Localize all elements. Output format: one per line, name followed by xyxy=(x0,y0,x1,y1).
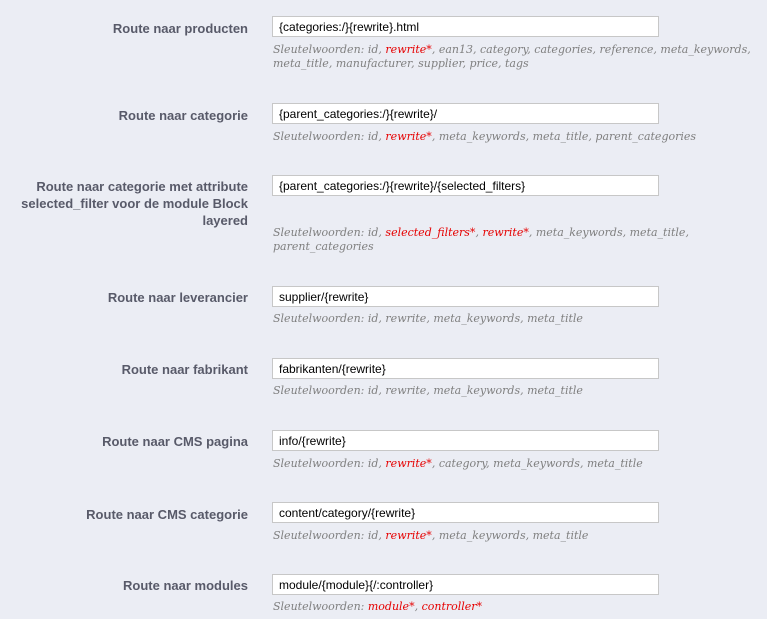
keyword-required: controller* xyxy=(421,600,483,613)
keyword-required: rewrite* xyxy=(385,529,432,542)
keyword: tags xyxy=(505,57,529,70)
keyword: meta_title xyxy=(532,130,589,143)
keyword: meta_title xyxy=(273,57,329,70)
keyword: id xyxy=(367,226,379,239)
keywords-hint: Sleutelwoorden: id, rewrite*, category, … xyxy=(273,457,643,470)
keywords-prefix: Sleutelwoorden: xyxy=(273,312,368,325)
route-input-supplier[interactable] xyxy=(272,286,659,307)
route-input-products[interactable] xyxy=(272,16,659,37)
route-label: Route naar CMS pagina xyxy=(102,434,248,449)
keyword: category xyxy=(479,43,528,56)
keyword: meta_keywords xyxy=(433,312,521,325)
keywords-hint: Sleutelwoorden: id, rewrite*, meta_keywo… xyxy=(273,529,589,542)
keywords-prefix: Sleutelwoorden: xyxy=(273,457,368,470)
keywords-hint: Sleutelwoorden: id, rewrite*, ean13, cat… xyxy=(273,43,751,70)
keywords-prefix: Sleutelwoorden: xyxy=(273,226,368,239)
keyword: categories xyxy=(534,43,593,56)
keyword: rewrite xyxy=(385,312,427,325)
route-input-category[interactable] xyxy=(272,103,659,124)
keyword: rewrite xyxy=(385,384,427,397)
route-input-manufacturer[interactable] xyxy=(272,358,659,379)
keywords-prefix: Sleutelwoorden: xyxy=(273,43,368,56)
keyword: parent_categories xyxy=(273,240,374,253)
keyword: id xyxy=(367,43,379,56)
keyword: meta_title xyxy=(586,457,643,470)
route-label: Route naar modules xyxy=(123,578,248,593)
route-input-modules[interactable] xyxy=(272,574,659,595)
keyword-required: rewrite* xyxy=(482,226,529,239)
keyword-required: rewrite* xyxy=(385,130,432,143)
keyword-required: module* xyxy=(367,600,415,613)
keyword: meta_title xyxy=(629,226,686,239)
keyword: price xyxy=(469,57,499,70)
keyword-required: selected_filters* xyxy=(385,226,476,239)
keyword: meta_title xyxy=(527,312,583,325)
keyword: meta_keywords xyxy=(660,43,748,56)
keyword-required: rewrite* xyxy=(385,43,432,56)
route-label: Route naar producten xyxy=(112,21,248,36)
keyword: meta_keywords xyxy=(438,130,526,143)
keyword: id xyxy=(367,529,379,542)
keyword: category xyxy=(438,457,487,470)
route-label: Route naar leverancier xyxy=(107,290,248,305)
keyword: ean13 xyxy=(438,43,473,56)
keyword: id xyxy=(367,312,379,325)
keyword: id xyxy=(367,384,379,397)
keywords-prefix: Sleutelwoorden: xyxy=(273,600,368,613)
route-input-layered-category[interactable] xyxy=(272,175,659,196)
keywords-prefix: Sleutelwoorden: xyxy=(273,130,368,143)
route-label: Route naar categorie met attribute selec… xyxy=(21,179,248,228)
keyword: id xyxy=(367,130,379,143)
keywords-hint: Sleutelwoorden: id, selected_filters*, r… xyxy=(273,226,689,253)
keyword: parent_categories xyxy=(595,130,697,143)
route-label: Route naar CMS categorie xyxy=(86,507,248,522)
keywords-hint: Sleutelwoorden: id, rewrite*, meta_keywo… xyxy=(273,130,697,143)
keyword: supplier xyxy=(418,57,463,70)
keywords-hint: Sleutelwoorden: id, rewrite, meta_keywor… xyxy=(273,384,583,397)
route-label: Route naar fabrikant xyxy=(121,362,248,377)
keyword: meta_title xyxy=(532,529,589,542)
keyword: meta_keywords xyxy=(438,529,526,542)
route-input-cms-category[interactable] xyxy=(272,502,659,523)
keyword: reference xyxy=(599,43,654,56)
route-label: Route naar categorie xyxy=(118,108,248,123)
keyword: meta_keywords xyxy=(433,384,521,397)
keyword: meta_keywords xyxy=(493,457,580,470)
keyword-required: rewrite* xyxy=(385,457,432,470)
keywords-hint: Sleutelwoorden: module*, controller* xyxy=(273,600,483,613)
keywords-prefix: Sleutelwoorden: xyxy=(273,529,368,542)
keywords-hint: Sleutelwoorden: id, rewrite, meta_keywor… xyxy=(273,312,583,325)
keyword: meta_title xyxy=(527,384,583,397)
keyword: id xyxy=(367,457,379,470)
route-input-cms-page[interactable] xyxy=(272,430,659,451)
keyword: meta_keywords xyxy=(535,226,623,239)
keywords-prefix: Sleutelwoorden: xyxy=(273,384,368,397)
keyword: manufacturer xyxy=(335,57,412,70)
